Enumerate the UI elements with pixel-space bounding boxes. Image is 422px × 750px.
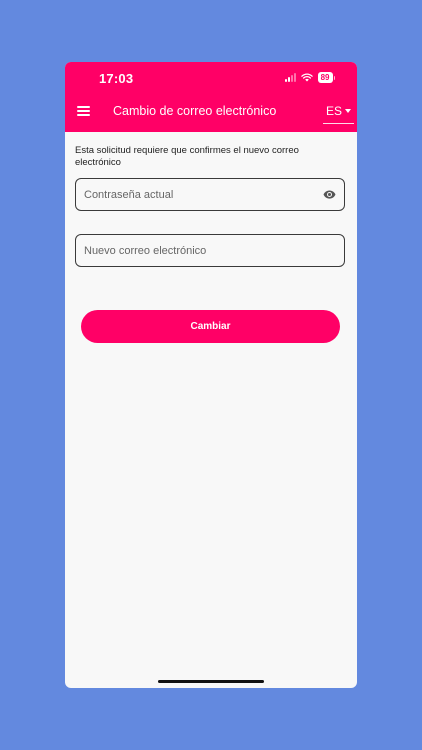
info-text: Esta solicitud requiere que confirmes el… xyxy=(75,145,299,168)
change-button[interactable]: Cambiar xyxy=(81,310,340,343)
menu-icon[interactable] xyxy=(77,106,90,116)
status-time: 17:03 xyxy=(99,71,134,86)
status-icons: 89 xyxy=(284,72,335,83)
app-header: 17:03 89 Cambio de correo electrónico ES xyxy=(65,62,357,132)
phone-screen: 17:03 89 Cambio de correo electrónico ES… xyxy=(65,62,357,688)
language-select[interactable]: ES xyxy=(323,104,354,124)
wifi-icon xyxy=(300,73,313,82)
caret-down-icon xyxy=(345,109,351,113)
home-indicator xyxy=(158,680,264,683)
new-email-input[interactable] xyxy=(76,235,344,266)
language-select-value: ES xyxy=(326,104,343,118)
signal-icon xyxy=(284,73,296,82)
battery-level: 89 xyxy=(317,72,333,83)
current-password-input[interactable] xyxy=(76,179,344,210)
current-password-field xyxy=(75,178,345,211)
new-email-field xyxy=(75,234,345,267)
eye-icon[interactable] xyxy=(323,189,336,200)
battery-icon: 89 xyxy=(317,72,335,83)
page-title: Cambio de correo electrónico xyxy=(113,104,277,118)
